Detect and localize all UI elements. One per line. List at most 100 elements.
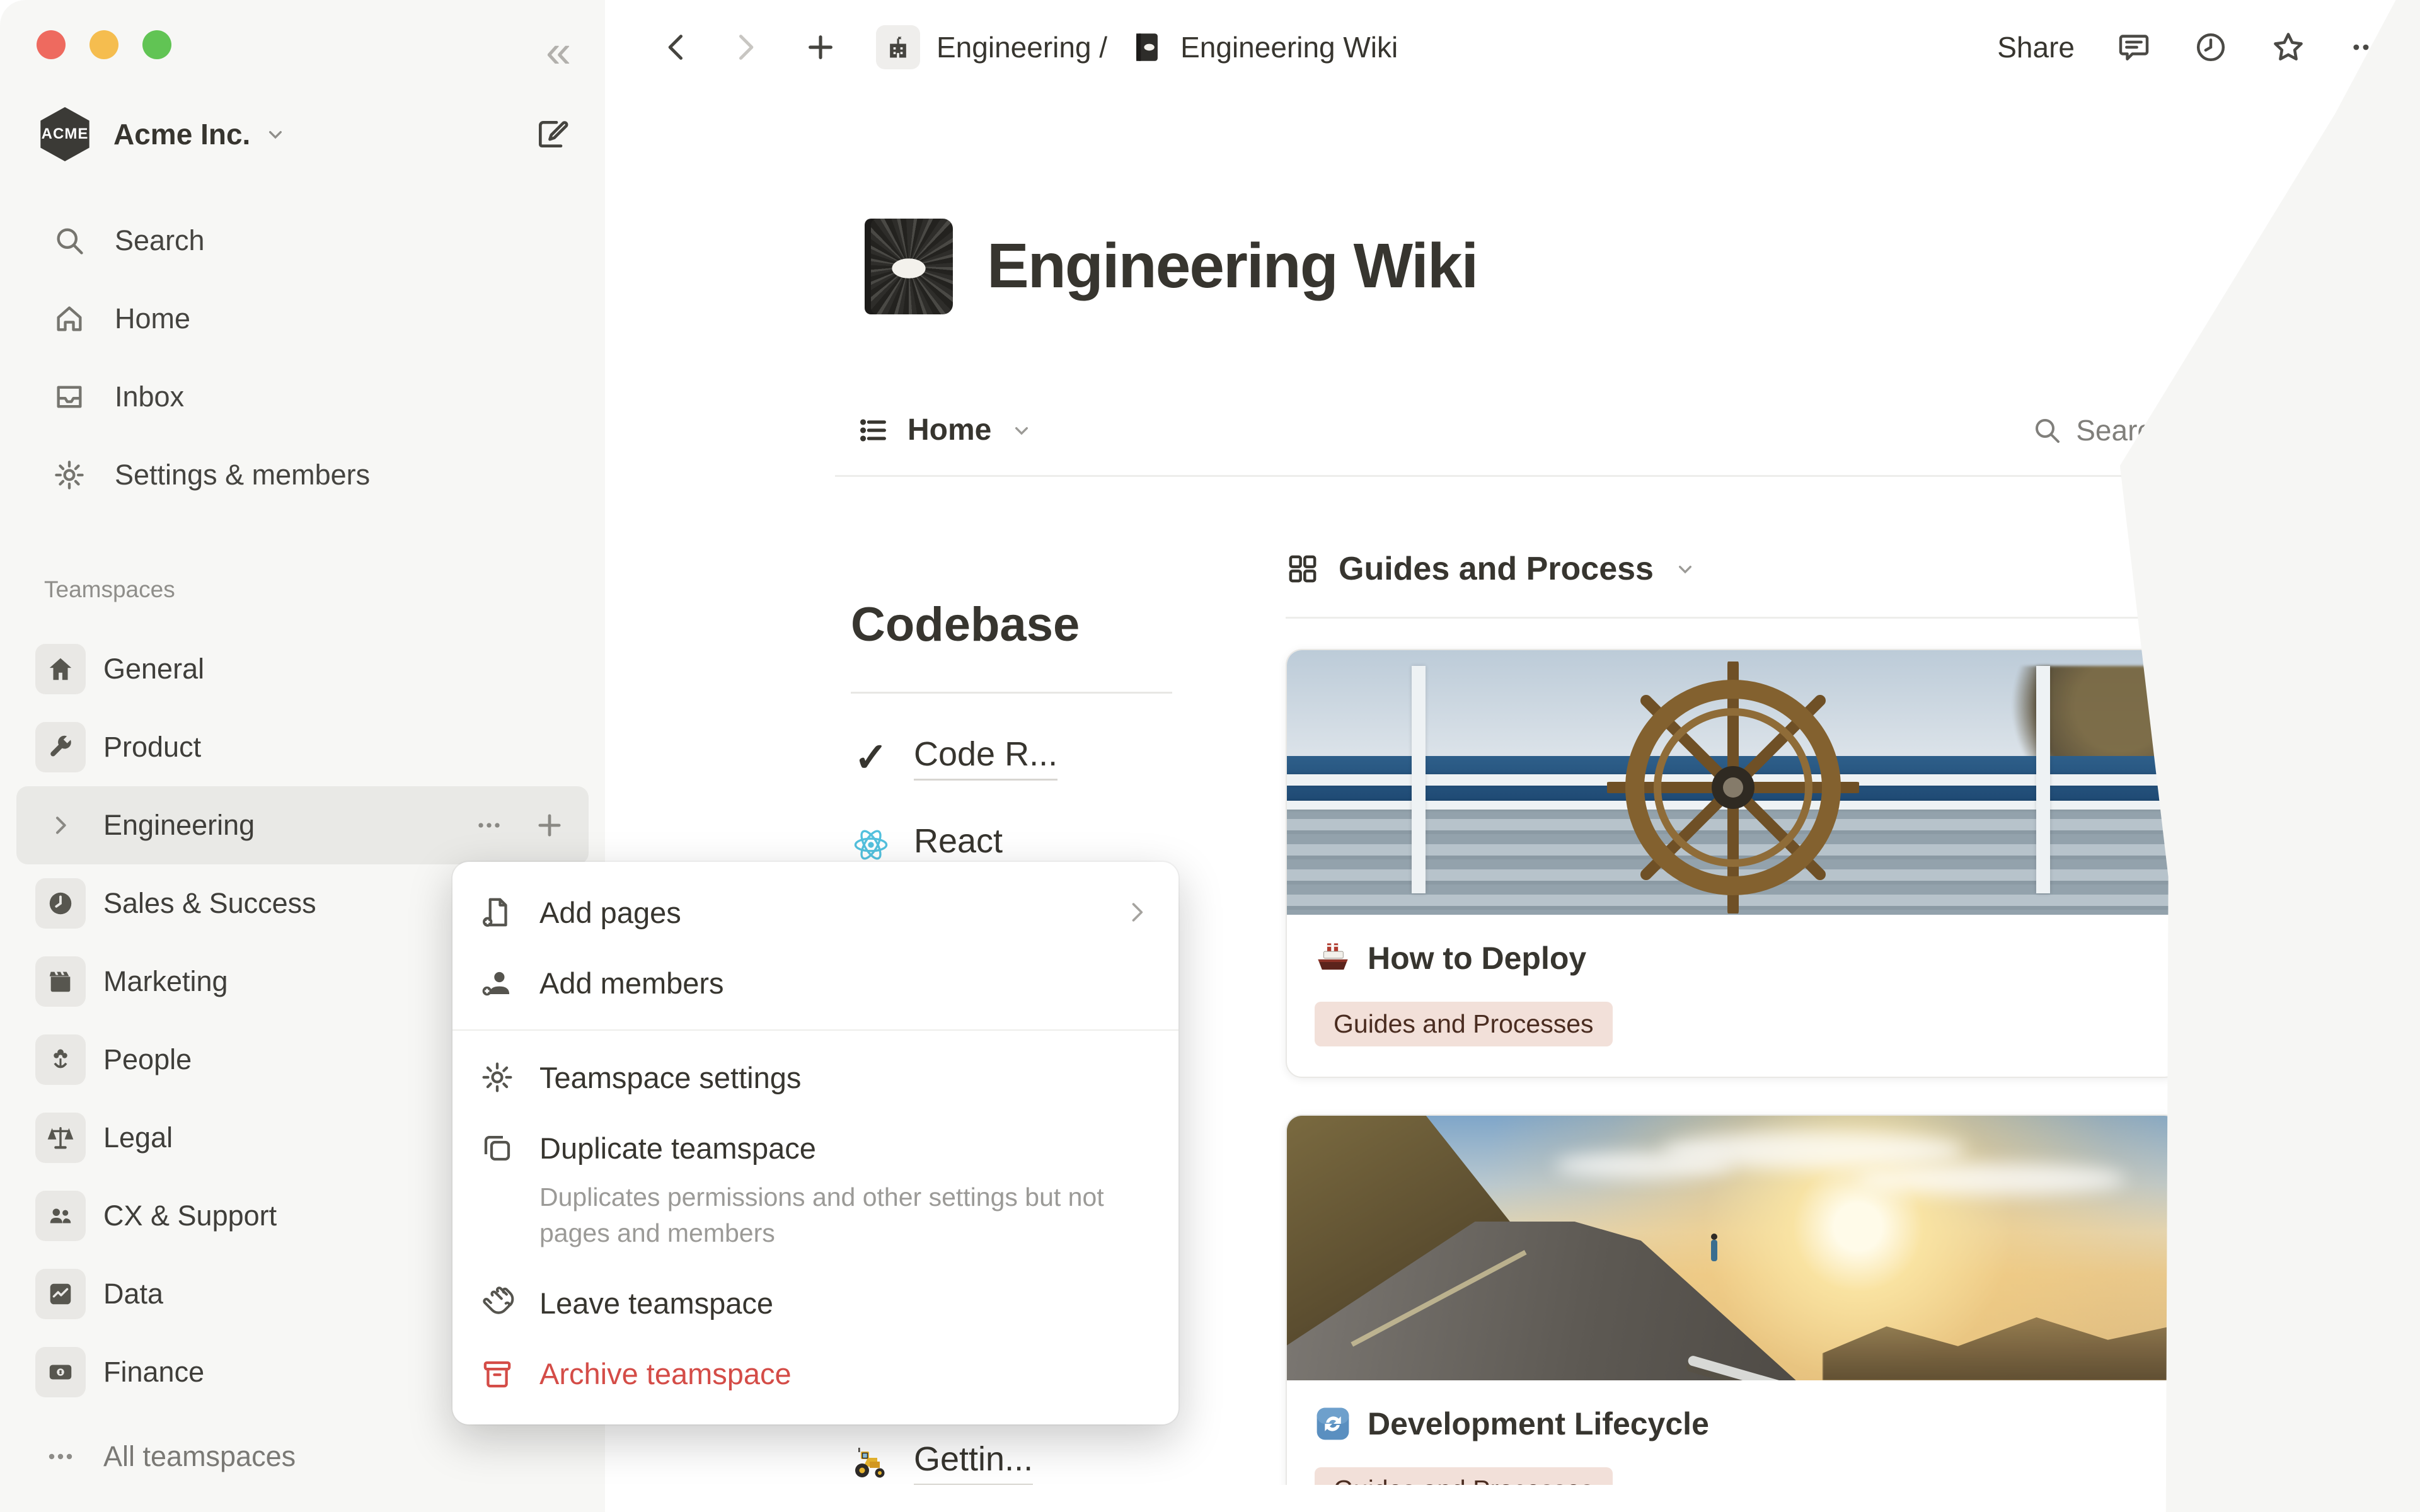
sidebar-item-home[interactable]: Home bbox=[0, 280, 605, 358]
sidebar-item-settings[interactable]: Settings & members bbox=[0, 436, 605, 514]
share-button[interactable]: Share bbox=[1997, 30, 2075, 64]
teamspace-label: Sales & Success bbox=[103, 887, 316, 920]
workspace-logo: ACME bbox=[38, 107, 92, 161]
sidebar-item-inbox[interactable]: Inbox bbox=[0, 358, 605, 436]
card-body: How to Deploy Guides and Processes bbox=[1287, 915, 2179, 1077]
tab-home-label: Home bbox=[908, 413, 991, 447]
close-window-button[interactable] bbox=[37, 30, 66, 59]
codebase-links: ✓ Code R... React bbox=[851, 734, 1229, 868]
card-body: Development Lifecycle Guides and Process… bbox=[1287, 1380, 2179, 1485]
menu-item-add-members[interactable]: Add members bbox=[452, 948, 1178, 1018]
gallery-header[interactable]: Guides and Process bbox=[1286, 550, 2183, 588]
clock-icon bbox=[35, 878, 86, 929]
menu-item-label: Add pages bbox=[539, 895, 681, 930]
workspace-switcher[interactable]: ACME Acme Inc. bbox=[0, 107, 605, 161]
tab-home[interactable]: Home bbox=[857, 413, 1034, 447]
card-development-lifecycle[interactable]: Development Lifecycle Guides and Process… bbox=[1286, 1114, 2181, 1485]
sidebar-item-search[interactable]: Search bbox=[0, 202, 605, 280]
card-tag: Guides and Processes bbox=[1315, 1002, 1613, 1046]
back-icon[interactable] bbox=[660, 31, 693, 64]
more-options-icon[interactable] bbox=[2348, 30, 2383, 65]
search-icon bbox=[2032, 415, 2062, 445]
link-label: Gettin... bbox=[914, 1440, 1033, 1485]
card-how-to-deploy[interactable]: How to Deploy Guides and Processes bbox=[1286, 649, 2181, 1078]
wrench-icon bbox=[35, 722, 86, 772]
menu-divider bbox=[452, 1029, 1178, 1031]
menu-item-label: Add members bbox=[539, 966, 724, 1000]
breadcrumb-page[interactable]: Engineering Wiki bbox=[1180, 30, 1398, 64]
teamspace-label: Marketing bbox=[103, 965, 228, 998]
codebase-heading: Codebase bbox=[851, 597, 1229, 652]
compose-icon[interactable] bbox=[534, 117, 570, 152]
teamspace-label: Engineering bbox=[103, 809, 255, 842]
search-icon bbox=[53, 224, 86, 257]
chart-icon bbox=[35, 1269, 86, 1319]
workspace-name: Acme Inc. bbox=[113, 117, 250, 151]
teamspaces-section-label: Teamspaces bbox=[44, 576, 175, 603]
scales-icon bbox=[35, 1113, 86, 1163]
sidebar-item-general[interactable]: General bbox=[16, 630, 589, 708]
collapse-sidebar-icon[interactable]: « bbox=[546, 29, 571, 74]
page-title: Engineering Wiki bbox=[987, 230, 1477, 302]
page-search-button[interactable]: Search bbox=[2032, 413, 2168, 447]
duplicate-icon bbox=[480, 1131, 514, 1165]
link-getting-started[interactable]: Gettin... bbox=[851, 1440, 1033, 1485]
chevron-down-icon bbox=[1673, 556, 1698, 581]
comment-icon[interactable] bbox=[2116, 30, 2152, 65]
hand-wave-icon bbox=[480, 1286, 514, 1320]
notebook-page-icon[interactable] bbox=[865, 219, 953, 314]
react-icon bbox=[851, 825, 891, 864]
inbox-icon bbox=[53, 381, 86, 413]
chevron-right-icon[interactable] bbox=[35, 813, 86, 838]
menu-item-add-pages[interactable]: Add pages bbox=[452, 877, 1178, 948]
menu-item-teamspace-settings[interactable]: Teamspace settings bbox=[452, 1042, 1178, 1113]
sidebar-item-engineering[interactable]: Engineering bbox=[16, 786, 589, 864]
teamspace-label: Legal bbox=[103, 1121, 173, 1154]
link-code-review[interactable]: ✓ Code R... bbox=[851, 734, 1229, 781]
menu-item-label: Archive teamspace bbox=[539, 1356, 792, 1391]
updates-clock-icon[interactable] bbox=[2193, 30, 2228, 65]
page-add-icon bbox=[480, 895, 514, 929]
link-react[interactable]: React bbox=[851, 822, 1229, 868]
gallery-grid-icon bbox=[1286, 552, 1320, 586]
teamspace-label: Product bbox=[103, 731, 201, 764]
teamspace-label: General bbox=[103, 653, 204, 685]
zoom-window-button[interactable] bbox=[142, 30, 171, 59]
forward-icon[interactable] bbox=[729, 31, 761, 64]
more-options-icon[interactable] bbox=[473, 809, 505, 842]
notion-window: « ACME Acme Inc. Search Home Inbox Setti bbox=[0, 0, 2420, 1512]
sidebar-item-all-teamspaces[interactable]: All teamspaces bbox=[16, 1418, 589, 1496]
card-title: Development Lifecycle bbox=[1368, 1406, 1709, 1442]
teamspace-label: People bbox=[103, 1043, 192, 1076]
page-header: Engineering Wiki bbox=[865, 188, 2420, 345]
cycle-icon bbox=[1315, 1406, 1351, 1442]
menu-item-leave-teamspace[interactable]: Leave teamspace bbox=[452, 1268, 1178, 1339]
menu-item-duplicate-teamspace[interactable]: Duplicate teamspace bbox=[452, 1113, 1178, 1183]
topbar-actions: Share bbox=[1997, 29, 2383, 66]
chevron-down-icon bbox=[263, 122, 288, 147]
submenu-chevron-icon bbox=[1123, 898, 1151, 926]
sidebar-item-label: Search bbox=[115, 224, 205, 257]
sidebar-item-label: Settings & members bbox=[115, 459, 370, 491]
page-search-label: Search bbox=[2076, 413, 2168, 447]
tractor-icon bbox=[851, 1445, 891, 1480]
ship-icon bbox=[1315, 940, 1351, 976]
favorite-star-icon[interactable] bbox=[2270, 29, 2307, 66]
codebase-section: Codebase ✓ Code R... React bbox=[851, 558, 1229, 868]
house-icon bbox=[35, 644, 86, 694]
gear-icon bbox=[480, 1060, 514, 1094]
add-page-plus-icon[interactable] bbox=[533, 809, 566, 842]
menu-item-description: Duplicates permissions and other setting… bbox=[452, 1179, 1178, 1268]
ship-wheel-photo bbox=[1287, 650, 2179, 915]
topbar: Engineering / Engineering Wiki Share bbox=[605, 0, 2420, 94]
new-page-icon[interactable] bbox=[803, 30, 838, 65]
breadcrumb-teamspace[interactable]: Engineering / bbox=[936, 30, 1107, 64]
menu-item-label: Leave teamspace bbox=[539, 1286, 773, 1320]
card-tag: Guides and Processes bbox=[1315, 1467, 1613, 1485]
sidebar-item-product[interactable]: Product bbox=[16, 708, 589, 786]
minimize-window-button[interactable] bbox=[89, 30, 118, 59]
menu-item-archive-teamspace[interactable]: Archive teamspace bbox=[452, 1339, 1178, 1409]
gear-icon bbox=[53, 459, 86, 491]
teamspace-building-icon[interactable] bbox=[876, 25, 920, 69]
home-icon bbox=[53, 302, 86, 335]
